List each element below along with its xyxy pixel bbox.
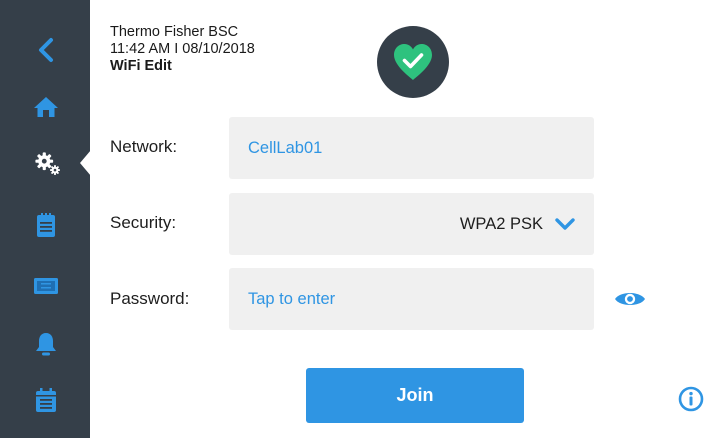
home-icon bbox=[34, 97, 58, 117]
bell-icon bbox=[36, 333, 56, 356]
security-label: Security: bbox=[110, 213, 177, 232]
security-value: WPA2 PSK bbox=[459, 214, 543, 233]
back-button[interactable] bbox=[32, 36, 60, 64]
password-field[interactable]: Tap to enter bbox=[229, 268, 594, 330]
clipboard-icon bbox=[37, 213, 55, 237]
eye-icon bbox=[615, 293, 645, 305]
sidebar-item-clipboard[interactable] bbox=[32, 211, 60, 239]
show-password-toggle[interactable] bbox=[613, 287, 647, 311]
sidebar-item-home[interactable] bbox=[32, 93, 60, 121]
sidebar-item-display[interactable] bbox=[32, 272, 60, 300]
password-placeholder: Tap to enter bbox=[248, 289, 336, 308]
page-title: WiFi Edit bbox=[110, 58, 172, 74]
device-name: Thermo Fisher BSC bbox=[110, 24, 239, 40]
active-indicator bbox=[80, 150, 91, 176]
gears-icon bbox=[35, 152, 60, 176]
info-icon bbox=[678, 386, 704, 412]
join-button[interactable]: Join bbox=[306, 368, 524, 423]
sidebar-item-calendar[interactable] bbox=[32, 386, 60, 414]
calendar-icon bbox=[36, 388, 56, 412]
chevron-down-icon bbox=[555, 218, 575, 230]
wifi-edit-screen: Thermo Fisher BSC 11:42 AM I 08/10/2018 … bbox=[0, 0, 720, 438]
sidebar-nav bbox=[0, 0, 90, 438]
network-value: CellLab01 bbox=[248, 138, 323, 157]
info-button[interactable] bbox=[678, 386, 704, 412]
chevron-left-icon bbox=[39, 38, 53, 62]
heart-check-icon bbox=[394, 44, 432, 80]
password-label: Password: bbox=[110, 289, 190, 308]
header: Thermo Fisher BSC 11:42 AM I 08/10/2018 … bbox=[110, 24, 255, 75]
security-select[interactable]: WPA2 PSK bbox=[229, 193, 594, 255]
display-icon bbox=[34, 278, 58, 294]
datetime: 11:42 AM I 08/10/2018 bbox=[110, 41, 255, 57]
network-field[interactable]: CellLab01 bbox=[229, 117, 594, 179]
sidebar-item-alerts[interactable] bbox=[32, 330, 60, 358]
status-badge bbox=[377, 26, 449, 98]
sidebar-item-settings[interactable] bbox=[34, 150, 62, 178]
network-label: Network: bbox=[110, 137, 178, 156]
